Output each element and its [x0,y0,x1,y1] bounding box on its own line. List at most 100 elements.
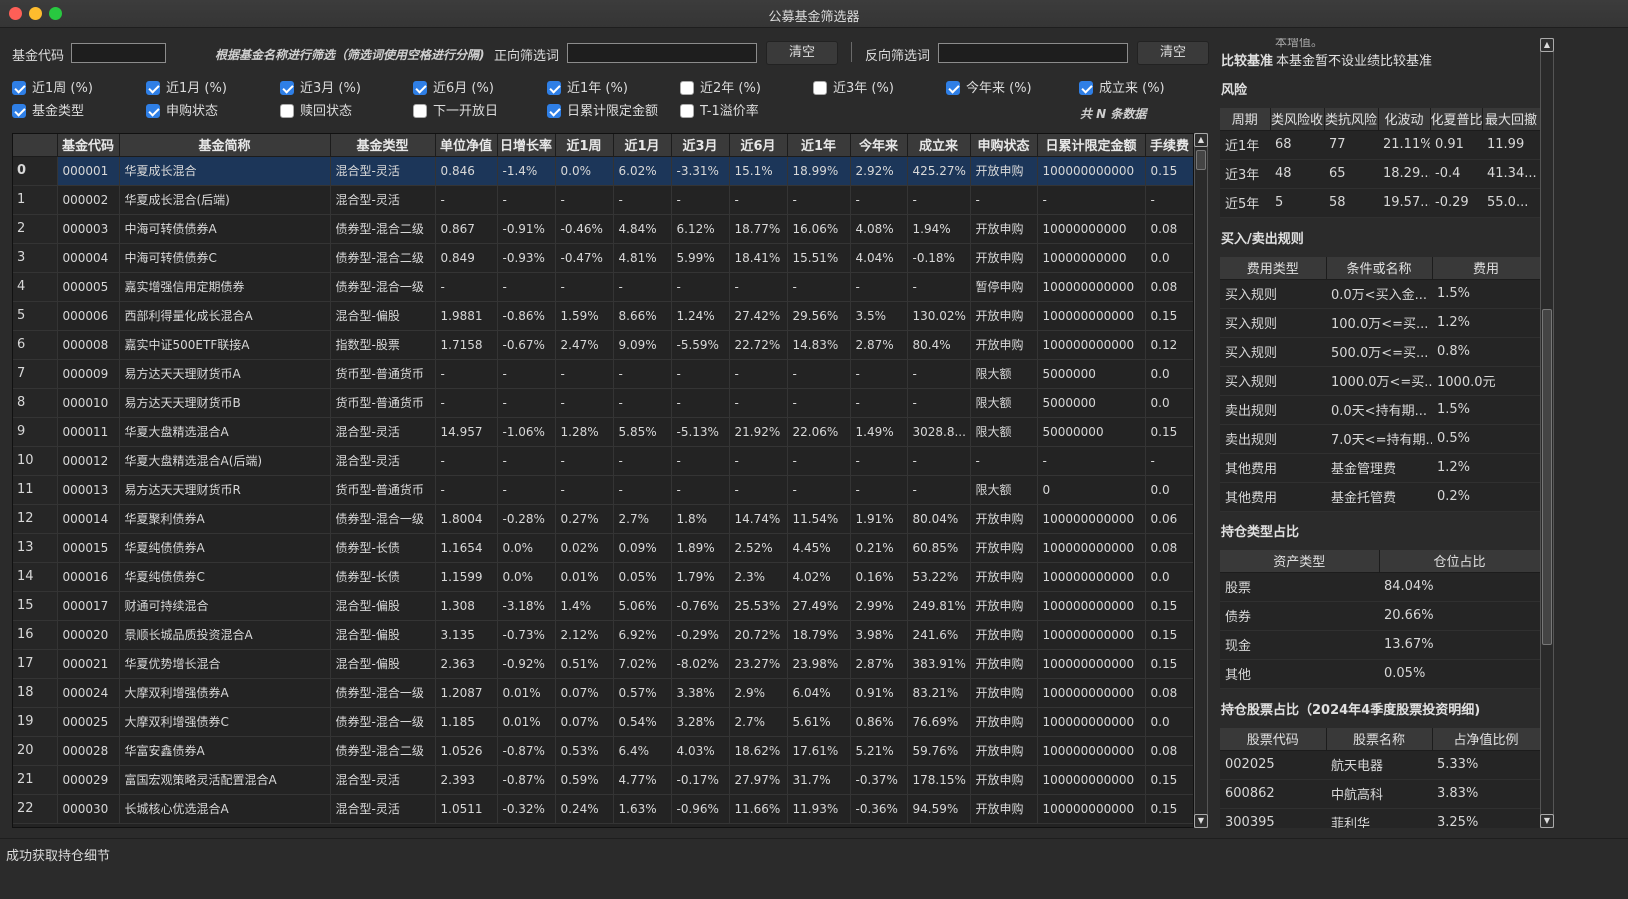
column-header[interactable]: 成立来 [907,134,971,157]
checkbox-box-icon[interactable] [12,81,26,95]
checkbox-box-icon[interactable] [547,104,561,118]
table-row[interactable]: 19 000025 大摩双利增强债券C 债券型-混合一级 1.185 0.01% 0.07%… [13,707,1193,737]
column-header[interactable]: 近1周 [555,134,614,157]
table-row[interactable]: 17 000021 华夏优势增长混合 混合型-偏股 2.363 -0.92% 0.51% 7.… [13,649,1193,679]
table-row[interactable]: 22 000030 长城核心优选混合A 混合型-灵活 1.0511 -0.32% 0.24%… [13,794,1193,824]
checkbox-box-icon[interactable] [413,81,427,95]
checkbox-7[interactable]: 今年来 (%) [946,80,1032,98]
table-row[interactable]: 9 000011 华夏大盘精选混合A 混合型-灵活 14.957 -1.06% 1.28% 5… [13,417,1193,447]
table-row[interactable]: 4 000005 嘉实增强信用定期债券 债券型-混合一级 - - - - - - - - - 暂停申购 10… [13,272,1193,302]
checkbox-4[interactable]: 近1年 (%) [547,80,628,98]
table-row[interactable]: 2 000003 中海可转债债券A 债券型-混合二级 0.867 -0.91% -0.46%… [13,214,1193,244]
checkbox-box-icon[interactable] [680,81,694,95]
clear-negative-button[interactable]: 清空 [1137,41,1209,65]
table-row[interactable]: 3 000004 中海可转债债券C 债券型-混合二级 0.849 -0.93% -0.47%… [13,243,1193,273]
table-cell: 0.53% [555,736,614,766]
column-header[interactable]: 单位净值 [435,134,498,157]
detail-scroll-down-icon[interactable]: ▼ [1540,814,1554,828]
checkbox-3[interactable]: 近6月 (%) [413,80,494,98]
table-row[interactable]: 12 000014 华夏聚利债券A 债券型-混合一级 1.8004 -0.28% 0.27%… [13,504,1193,534]
checkbox-14[interactable]: T-1溢价率 [680,103,759,121]
table-row[interactable]: 近1年 68 77 21.11% 0.91 11.99 [1220,130,1540,160]
table-row[interactable]: 18 000024 大摩双利增强债券A 债券型-混合一级 1.2087 0.01% 0.07… [13,678,1193,708]
checkbox-box-icon[interactable] [12,104,26,118]
column-header[interactable]: 近3月 [671,134,730,157]
checkbox-8[interactable]: 成立来 (%) [1079,80,1165,98]
table-row[interactable]: 其他费用 基金托管费 0.2% [1220,482,1540,512]
column-header[interactable]: 近1月 [613,134,672,157]
table-row[interactable]: 11 000013 易方达天天理财货币R 货币型-普通货币 - - - - - - - - - 限大额 0 0… [13,475,1193,505]
scroll-up-icon[interactable]: ▲ [1194,133,1208,147]
table-row[interactable]: 买入规则 100.0万<=买... 1.2% [1220,308,1540,338]
checkbox-9[interactable]: 基金类型 [12,103,84,121]
table-row[interactable]: 股票 84.04% [1220,572,1540,602]
column-header[interactable]: 日累计限定金额 [1037,134,1146,157]
table-row[interactable]: 10 000012 华夏大盘精选混合A(后端) 混合型-灵活 - - - - - - - - - - - - [13,446,1193,476]
table-row[interactable]: 买入规则 500.0万<=买... 0.8% [1220,337,1540,367]
table-row[interactable]: 近5年 5 58 19.57... -0.29 55.0... [1220,188,1540,218]
checkbox-box-icon[interactable] [1079,81,1093,95]
table-row[interactable]: 卖出规则 7.0天<=持有期... 0.5% [1220,424,1540,454]
table-row[interactable]: 卖出规则 0.0天<持有期... 1.5% [1220,395,1540,425]
table-row[interactable]: 21 000029 富国宏观策略灵活配置混合A 混合型-灵活 2.393 -0.87% 0.… [13,765,1193,795]
checkbox-12[interactable]: 下一开放日 [413,103,498,121]
negative-filter-input[interactable] [938,43,1128,63]
table-row[interactable]: 买入规则 0.0万<买入金... 1.5% [1220,279,1540,309]
table-row[interactable]: 8 000010 易方达天天理财货币B 货币型-普通货币 - - - - - - - - - 限大额 500… [13,388,1193,418]
table-row[interactable]: 13 000015 华夏纯债债券A 债券型-长债 1.1654 0.0% 0.02% 0.09… [13,533,1193,563]
positive-filter-input[interactable] [567,43,757,63]
table-row[interactable]: 002025 航天电器 5.33% [1220,750,1540,780]
checkbox-box-icon[interactable] [146,104,160,118]
checkbox-0[interactable]: 近1周 (%) [12,80,93,98]
table-scrollbar[interactable]: ▲ ▼ [1194,133,1208,828]
table-row[interactable]: 15 000017 财通可持续混合 混合型-偏股 1.308 -3.18% 1.4% 5.06… [13,591,1193,621]
checkbox-5[interactable]: 近2年 (%) [680,80,761,98]
table-row[interactable]: 0 000001 华夏成长混合 混合型-灵活 0.846 -1.4% 0.0% 6.02% -3… [13,156,1193,186]
table-row[interactable]: 现金 13.67% [1220,630,1540,660]
table-row[interactable]: 20 000028 华富安鑫债券A 债券型-混合二级 1.0526 -0.87% 0.53%… [13,736,1193,766]
column-header[interactable]: 近1年 [787,134,851,157]
checkbox-box-icon[interactable] [146,81,160,95]
checkbox-2[interactable]: 近3月 (%) [280,80,361,98]
table-row[interactable]: 近3年 48 65 18.29... -0.4 41.34... [1220,159,1540,189]
checkbox-box-icon[interactable] [946,81,960,95]
column-header[interactable]: 今年来 [850,134,908,157]
column-header[interactable]: 申购状态 [970,134,1038,157]
checkbox-1[interactable]: 近1月 (%) [146,80,227,98]
column-header[interactable]: 基金简称 [119,134,331,157]
detail-scroll-thumb[interactable] [1542,309,1552,645]
checkbox-11[interactable]: 赎回状态 [280,103,352,121]
checkbox-box-icon[interactable] [813,81,827,95]
table-row[interactable]: 16 000020 景顺长城品质投资混合A 混合型-偏股 3.135 -0.73% 2.12… [13,620,1193,650]
table-row[interactable]: 其他 0.05% [1220,659,1540,689]
table-row[interactable]: 14 000016 华夏纯债债券C 债券型-长债 1.1599 0.0% 0.01% 0.05… [13,562,1193,592]
table-row[interactable]: 买入规则 1000.0万<=买... 1000.0元 [1220,366,1540,396]
table-row[interactable]: 1 000002 华夏成长混合(后端) 混合型-灵活 - - - - - - - - - - - - [13,185,1193,215]
table-row[interactable]: 5 000006 西部利得量化成长混合A 混合型-偏股 1.9881 -0.86% 1.59… [13,301,1193,331]
table-row[interactable]: 6 000008 嘉实中证500ETF联接A 指数型-股票 1.7158 -0.67% 2.… [13,330,1193,360]
table-row[interactable]: 7 000009 易方达天天理财货币A 货币型-普通货币 - - - - - - - - - 限大额 500… [13,359,1193,389]
column-header[interactable]: 日增长率 [497,134,556,157]
column-header[interactable]: 近6月 [729,134,788,157]
column-header[interactable]: 基金代码 [57,134,120,157]
checkbox-13[interactable]: 日累计限定金额 [547,103,658,121]
checkbox-box-icon[interactable] [680,104,694,118]
checkbox-box-icon[interactable] [280,81,294,95]
checkbox-6[interactable]: 近3年 (%) [813,80,894,98]
detail-scrollbar[interactable]: ▲ ▼ [1540,38,1554,828]
table-scroll-thumb[interactable] [1196,150,1206,170]
table-row[interactable]: 300395 菲利华 3.25% [1220,808,1540,828]
checkbox-10[interactable]: 申购状态 [146,103,218,121]
checkbox-box-icon[interactable] [413,104,427,118]
table-row[interactable]: 600862 中航高科 3.83% [1220,779,1540,809]
checkbox-box-icon[interactable] [547,81,561,95]
clear-positive-button[interactable]: 清空 [766,41,838,65]
checkbox-box-icon[interactable] [280,104,294,118]
fund-code-input[interactable] [71,43,166,63]
column-header[interactable]: 基金类型 [330,134,436,157]
table-row[interactable]: 其他费用 基金管理费 1.2% [1220,453,1540,483]
column-header[interactable]: 手续费 [1145,134,1193,157]
scroll-down-icon[interactable]: ▼ [1194,814,1208,828]
detail-scroll-up-icon[interactable]: ▲ [1540,38,1554,52]
table-row[interactable]: 债券 20.66% [1220,601,1540,631]
